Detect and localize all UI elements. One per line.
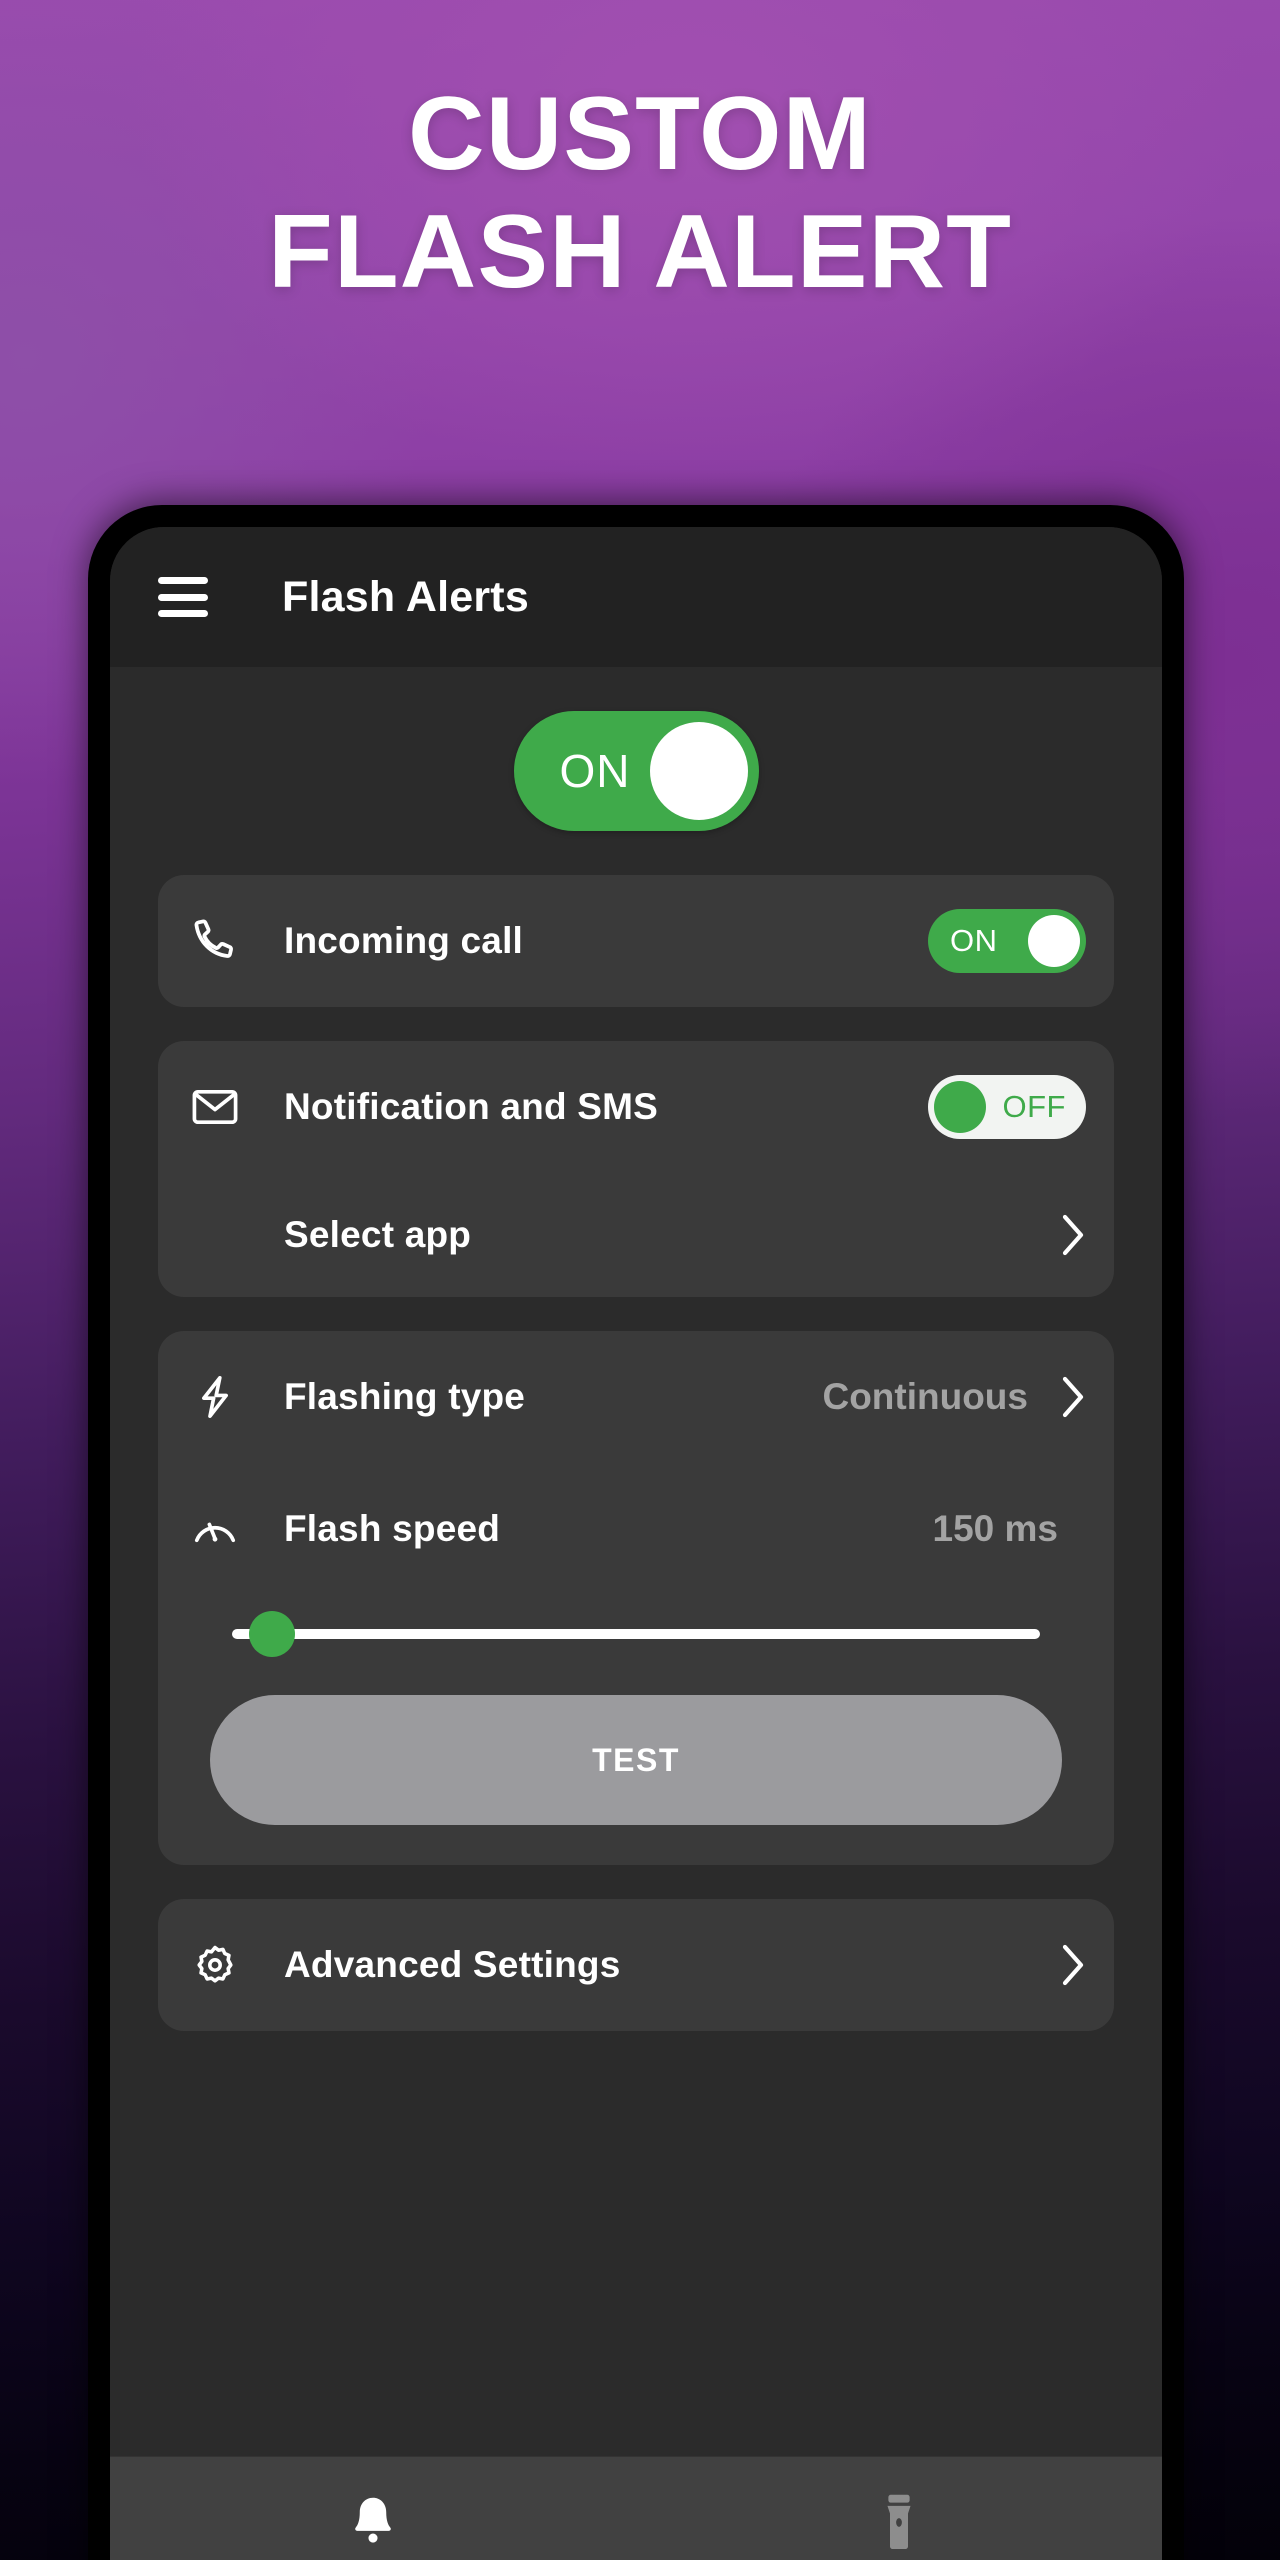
master-toggle-container: ON [158,667,1114,875]
flash-speed-label: Flash speed [284,1508,501,1549]
app-bar: Flash Alerts [110,527,1162,667]
notification-sms-card: Notification and SMS OFF Select app [158,1041,1114,1297]
flashlight-icon [879,2491,919,2553]
phone-screen: Flash Alerts ON Incoming call ON Notific… [110,527,1162,2560]
notification-sms-toggle[interactable]: OFF [928,1075,1086,1139]
flash-speed-slider-thumb[interactable] [249,1611,296,1657]
flash-speed-row: Flash speed 150 ms [186,1463,1086,1595]
gear-icon [186,1936,244,1994]
master-toggle-label: ON [559,745,631,797]
bottom-navigation-bar: Home Flashlight [110,2456,1162,2560]
flashing-type-label: Flashing type [284,1376,526,1417]
master-toggle-knob [649,722,748,820]
nav-item-home[interactable]: Home [110,2457,636,2560]
hamburger-menu-icon[interactable] [158,577,208,617]
incoming-call-label: Incoming call [284,920,524,961]
screen-content: ON Incoming call ON Notification and SMS… [110,667,1162,2456]
promo-headline: CUSTOM FLASH ALERT [0,76,1280,311]
select-app-label: Select app [284,1214,472,1255]
flash-speed-slider-container [186,1595,1086,1667]
notification-sms-label: Notification and SMS [284,1086,658,1127]
master-power-toggle[interactable]: ON [513,711,759,831]
bell-icon [347,2491,399,2553]
advanced-settings-card: Advanced Settings [158,1899,1114,2031]
flash-speed-value: 150 ms [932,1508,1059,1549]
phone-icon [186,912,244,970]
advanced-settings-row[interactable]: Advanced Settings [186,1899,1086,2031]
phone-frame: Flash Alerts ON Incoming call ON Notific… [88,505,1184,2560]
chevron-right-icon [1060,1943,1086,1987]
promo-background: CUSTOM FLASH ALERT Flash Alerts ON Incom… [0,0,1280,2560]
incoming-call-toggle[interactable]: ON [928,909,1086,973]
headline-line-2: FLASH ALERT [268,193,1012,310]
notification-sms-toggle-knob [934,1081,986,1133]
nav-item-flashlight[interactable]: Flashlight [636,2457,1162,2560]
chevron-right-icon [1060,1375,1086,1419]
incoming-call-card: Incoming call ON [158,875,1114,1007]
headline-line-1: CUSTOM [408,76,872,192]
incoming-call-toggle-knob [1028,915,1080,967]
envelope-icon [186,1078,244,1136]
notification-sms-toggle-label: OFF [1002,1089,1066,1124]
flashing-type-value: Continuous [822,1376,1028,1417]
flashing-type-row[interactable]: Flashing type Continuous [186,1331,1086,1463]
lightning-bolt-icon [186,1368,244,1426]
incoming-call-toggle-label: ON [950,923,998,958]
flash-settings-card: Flashing type Continuous Flash speed 150… [158,1331,1114,1865]
select-app-row[interactable]: Select app [186,1173,1086,1297]
incoming-call-row[interactable]: Incoming call ON [186,875,1086,1007]
test-button-container: TEST [186,1667,1086,1865]
page-title: Flash Alerts [282,572,529,621]
advanced-settings-label: Advanced Settings [284,1944,621,1985]
notification-sms-row[interactable]: Notification and SMS OFF [186,1041,1086,1173]
flash-speed-slider-track[interactable] [232,1611,1040,1657]
test-button[interactable]: TEST [210,1695,1062,1825]
speedometer-icon [186,1500,244,1558]
chevron-right-icon [1060,1213,1086,1257]
